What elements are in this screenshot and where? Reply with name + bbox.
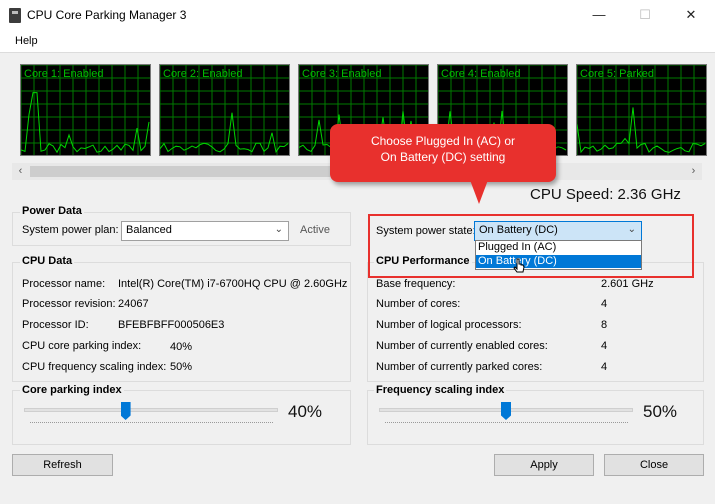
window-title: CPU Core Parking Manager 3	[27, 8, 187, 22]
mouse-cursor-icon	[513, 258, 525, 273]
power-plan-select[interactable]: Balanced ⌄	[121, 221, 289, 241]
dropdown-option-plugged-in[interactable]: Plugged In (AC)	[476, 241, 641, 254]
processor-name-value: Intel(R) Core(TM) i7-6700HQ CPU @ 2.60GH…	[118, 278, 348, 290]
frequency-scaling-index-value: 50%	[170, 361, 193, 373]
cores-count-label: Number of cores:	[376, 298, 461, 310]
cpu-data-title: CPU Data	[20, 255, 75, 267]
processor-name-label: Processor name:	[22, 278, 106, 290]
processor-revision-label: Processor revision:	[22, 298, 116, 310]
close-button[interactable]: Close	[604, 454, 704, 476]
processor-revision-value: 24067	[118, 298, 149, 310]
menu-help[interactable]: Help	[15, 35, 38, 47]
core-parking-slider-ticks	[30, 420, 273, 423]
enabled-cores-label: Number of currently enabled cores:	[376, 340, 548, 352]
power-plan-value: Balanced	[126, 224, 172, 236]
parked-cores-value: 4	[601, 361, 608, 373]
parked-cores-label: Number of currently parked cores:	[376, 361, 543, 373]
frequency-scaling-slider-ticks	[385, 420, 628, 423]
core-graph-3-label: Core 3: Enabled	[302, 68, 382, 80]
frequency-scaling-index-label: CPU frequency scaling index:	[22, 361, 167, 373]
refresh-button[interactable]: Refresh	[12, 454, 113, 476]
core-graph-5: Core 5: Parked	[576, 64, 707, 156]
logical-processors-value: 8	[601, 319, 608, 331]
core-parking-slider-title: Core parking index	[20, 384, 124, 396]
core-graph-1-label: Core 1: Enabled	[24, 68, 104, 80]
core-parking-index-label: CPU core parking index:	[22, 340, 142, 352]
core-graph-4-label: Core 4: Enabled	[441, 68, 521, 80]
scroll-right-arrow-icon[interactable]: ›	[685, 163, 702, 180]
callout-line-1: Choose Plugged In (AC) or	[370, 134, 516, 148]
base-frequency-label: Base frequency:	[376, 278, 456, 290]
power-plan-label: System power plan:	[22, 224, 119, 236]
scroll-left-arrow-icon[interactable]: ‹	[12, 163, 29, 180]
menu-bar	[0, 31, 715, 51]
enabled-cores-value: 4	[601, 340, 608, 352]
app-icon	[9, 8, 21, 23]
core-graph-5-label: Core 5: Parked	[580, 68, 654, 80]
cores-count-value: 4	[601, 298, 608, 310]
core-graph-2-label: Core 2: Enabled	[163, 68, 243, 80]
maximize-button[interactable]: ☐	[622, 0, 668, 30]
logical-processors-label: Number of logical processors:	[376, 319, 522, 331]
callout-line-2: On Battery (DC) setting	[380, 150, 506, 164]
close-window-button[interactable]: ✕	[668, 0, 714, 30]
dropdown-option-on-battery[interactable]: On Battery (DC)	[476, 255, 641, 268]
scrollbar-thumb[interactable]	[30, 166, 330, 177]
cpu-speed-readout: CPU Speed: 2.36 GHz	[530, 186, 681, 203]
callout-tail	[470, 180, 488, 204]
core-parking-index-value: 40%	[170, 341, 193, 353]
minimize-button[interactable]: —	[576, 0, 622, 30]
core-parking-slider-track[interactable]	[24, 408, 278, 412]
frequency-scaling-percent: 50%	[643, 402, 678, 421]
core-graph-2: Core 2: Enabled	[159, 64, 290, 156]
callout-text: Choose Plugged In (AC) or On Battery (DC…	[330, 133, 556, 165]
base-frequency-value: 2.601 GHz	[601, 278, 654, 290]
processor-id-label: Processor ID:	[22, 319, 89, 331]
power-plan-status: Active	[300, 224, 330, 236]
core-graph-1: Core 1: Enabled	[20, 64, 151, 156]
processor-id-value: BFEBFBFF000506E3	[118, 319, 225, 331]
chevron-down-icon: ⌄	[274, 224, 283, 235]
apply-button[interactable]: Apply	[494, 454, 594, 476]
core-parking-percent: 40%	[288, 402, 323, 421]
frequency-scaling-slider-title: Frequency scaling index	[374, 384, 507, 396]
power-data-title: Power Data	[20, 205, 84, 217]
